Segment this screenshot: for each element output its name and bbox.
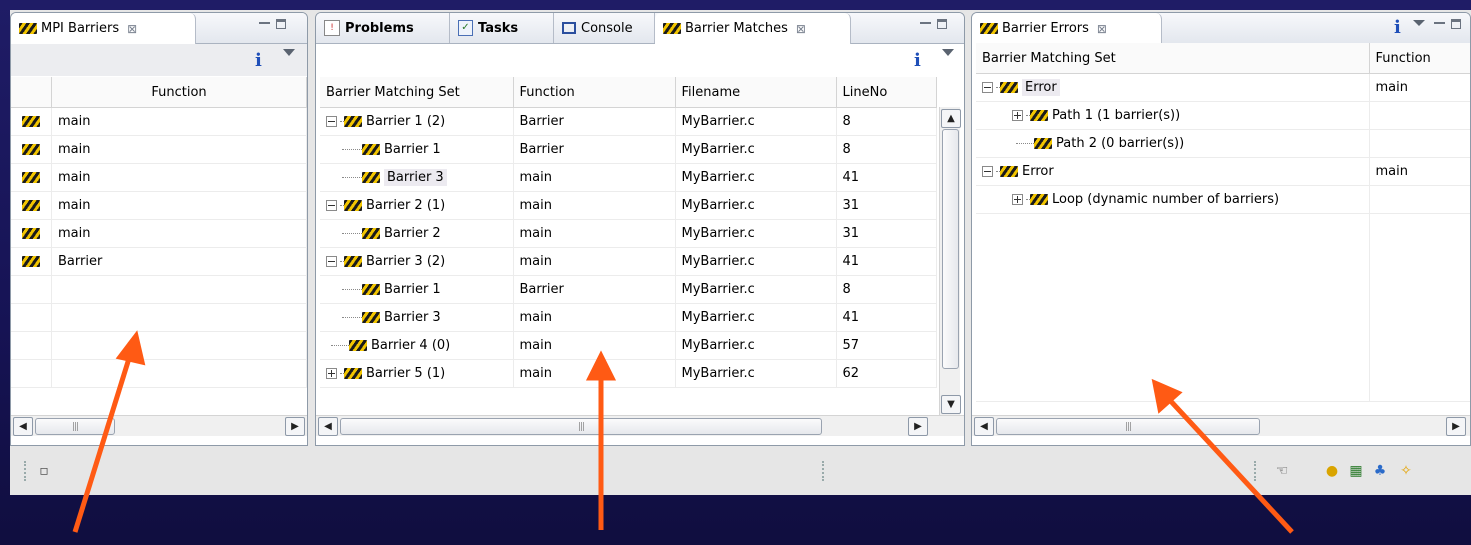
arrow-to-mpi-barriers xyxy=(72,351,134,533)
arrow-group xyxy=(72,330,1294,534)
annotation-arrows xyxy=(72,330,1294,534)
arrow-to-barrier-errors xyxy=(1164,394,1294,534)
arrow-head xyxy=(585,350,617,381)
arrow-head xyxy=(115,330,146,366)
